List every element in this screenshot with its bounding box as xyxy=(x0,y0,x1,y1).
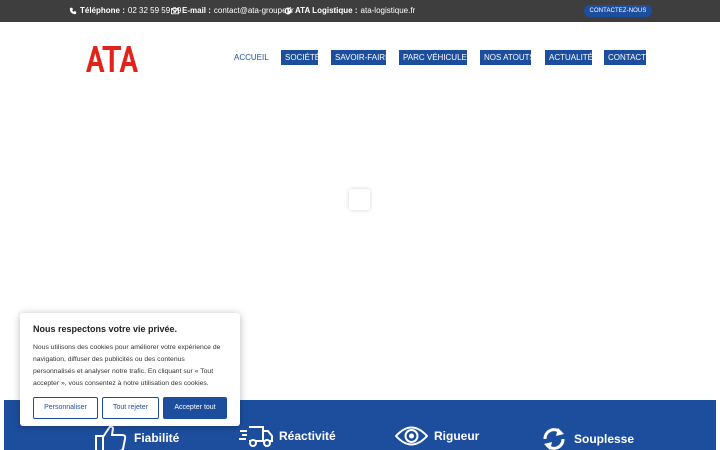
envelope-icon xyxy=(171,7,179,14)
eye-icon xyxy=(395,426,428,446)
hero-loader xyxy=(349,189,370,210)
cookie-buttons: Personnaliser Tout rejeter Accepter tout xyxy=(33,397,227,419)
nav-actualite[interactable]: ACTUALITÉ xyxy=(545,50,593,65)
phone-contact[interactable]: Téléphone : 02 32 59 59 99 xyxy=(69,6,181,15)
accept-all-button[interactable]: Accepter tout xyxy=(163,397,227,419)
cookie-title: Nous respectons votre vie privée. xyxy=(33,324,178,334)
logistics-link[interactable]: ATA Logistique : ata-logistique.fr xyxy=(284,6,415,15)
phone-icon xyxy=(69,7,77,14)
logistics-label: ATA Logistique : xyxy=(295,6,358,15)
feature-fiabilite: Fiabilité xyxy=(94,425,179,450)
email-contact[interactable]: E-mail : contact@ata-groupe.fr xyxy=(171,6,294,15)
nav-accueil[interactable]: ACCUEIL xyxy=(230,50,269,65)
refresh-icon xyxy=(543,428,565,450)
feature-label: Fiabilité xyxy=(134,431,180,445)
email-label: E-mail : xyxy=(182,6,211,15)
nav-contact[interactable]: CONTACT xyxy=(604,50,646,65)
feature-reactivite: Réactivité xyxy=(239,425,336,447)
fast-truck-icon xyxy=(239,426,273,447)
ata-logo[interactable] xyxy=(86,45,138,73)
thumbs-up-icon xyxy=(95,425,127,450)
nav-nos-atouts[interactable]: NOS ATOUTS xyxy=(480,50,535,65)
nav-societe[interactable]: SOCIÉTÉ xyxy=(281,50,320,65)
feature-label: Rigueur xyxy=(434,429,480,443)
customize-button[interactable]: Personnaliser xyxy=(33,397,98,419)
logistics-value[interactable]: ata-logistique.fr xyxy=(361,6,416,15)
site-header: ACCUEIL SOCIÉTÉ SAVOIR-FAIRE PARC VÉHICU… xyxy=(0,22,720,82)
cookie-text: Nous utilisons des cookies pour améliore… xyxy=(33,344,221,387)
contact-us-button[interactable]: CONTACTEZ-NOUS xyxy=(584,5,652,17)
nav-parc-vehicules[interactable]: PARC VÉHICULES xyxy=(399,50,472,65)
reject-all-button[interactable]: Tout rejeter xyxy=(102,397,159,419)
phone-label: Téléphone : xyxy=(80,6,125,15)
globe-icon xyxy=(284,7,292,14)
nav-savoir-faire[interactable]: SAVOIR-FAIRE xyxy=(331,50,390,65)
email-value[interactable]: contact@ata-groupe.fr xyxy=(214,6,294,15)
feature-label: Réactivité xyxy=(279,429,336,443)
feature-label: Souplesse xyxy=(574,432,635,446)
feature-rigueur: Rigueur xyxy=(395,425,479,447)
cookie-consent-dialog: Nous respectons votre vie privée. Nous u… xyxy=(20,313,240,426)
feature-souplesse: Souplesse xyxy=(540,425,634,450)
top-bar: Téléphone : 02 32 59 59 99 E-mail : cont… xyxy=(0,0,720,22)
